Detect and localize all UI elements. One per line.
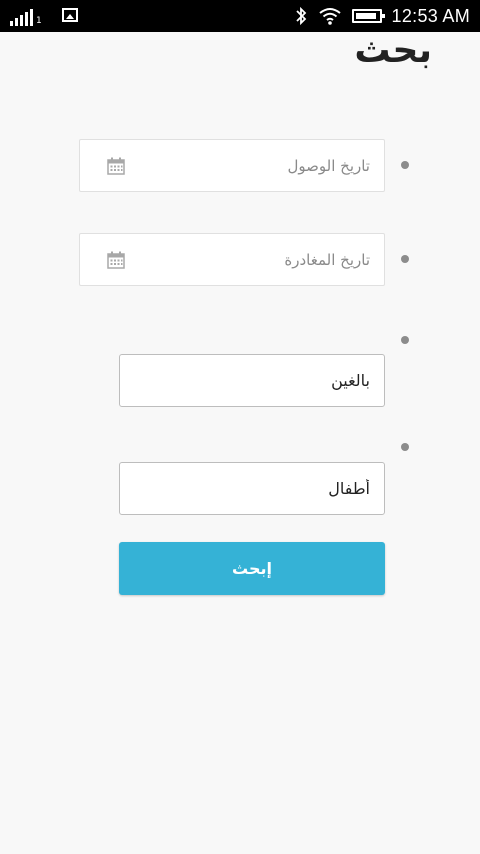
status-bar: 1 12:53 AM: [0, 0, 480, 32]
image-notification-icon: [62, 8, 78, 22]
list-bullet: [401, 336, 409, 344]
departure-date-input[interactable]: [140, 234, 370, 285]
list-bullet: [401, 161, 409, 169]
battery-icon: [351, 9, 385, 23]
list-bullet: [401, 255, 409, 263]
children-field[interactable]: [119, 462, 385, 515]
children-input[interactable]: [140, 463, 370, 514]
adults-input[interactable]: [140, 355, 370, 406]
departure-date-field[interactable]: [79, 233, 385, 286]
search-button[interactable]: إبحث: [119, 542, 385, 595]
sim-slot-label: 1: [36, 16, 42, 26]
list-bullet: [401, 443, 409, 451]
status-right: 12:53 AM: [294, 4, 470, 28]
status-time: 12:53 AM: [391, 5, 470, 26]
adults-field[interactable]: [119, 354, 385, 407]
wifi-icon: [318, 8, 341, 25]
page-title: بحث: [354, 30, 432, 71]
calendar-icon[interactable]: [106, 156, 126, 176]
calendar-icon[interactable]: [106, 250, 126, 270]
arrival-date-input[interactable]: [140, 140, 370, 191]
status-left: 1: [10, 6, 42, 26]
bluetooth-icon: [295, 6, 306, 26]
arrival-date-field[interactable]: [79, 139, 385, 192]
signal-icon: [10, 8, 33, 26]
